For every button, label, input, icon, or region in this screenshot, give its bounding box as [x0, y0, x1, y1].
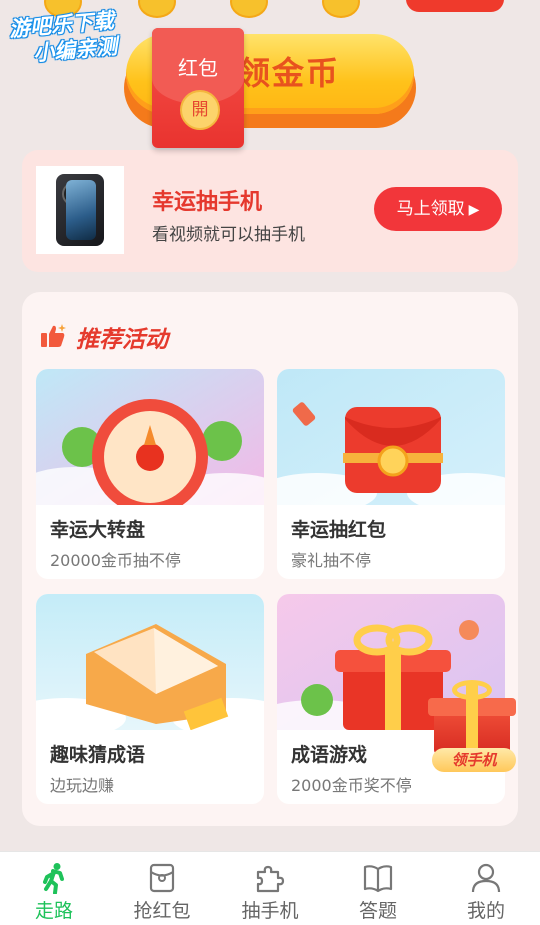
tab-label: 我的 [466, 900, 505, 922]
claim-now-label: 马上领取 [396, 199, 465, 219]
activity-card-idiom-guess[interactable]: 趣味猜成语 边玩边赚 [36, 594, 264, 804]
top-action-button[interactable] [406, 0, 504, 12]
tab-walk[interactable]: 走路 [0, 852, 108, 925]
red-packet-illustration [277, 369, 505, 505]
claim-phone-label: 领手机 [432, 748, 516, 772]
activity-name: 幸运大转盘 [50, 519, 146, 541]
activity-desc: 边玩边赚 [50, 776, 115, 795]
activity-card-red-packet[interactable]: 幸运抽红包 豪礼抽不停 [277, 369, 505, 579]
spin-wheel-illustration [36, 369, 264, 505]
gift-bow-icon [452, 680, 492, 700]
red-packet-label: 红包 [178, 56, 218, 80]
tab-label: 走路 [34, 900, 73, 922]
play-arrow-icon: ▶ [468, 202, 480, 218]
coin-icon [322, 0, 360, 18]
promo-subtitle: 看视频就可以抽手机 [152, 225, 305, 245]
phone-image [36, 166, 124, 254]
claim-now-button[interactable]: 马上领取 ▶ [374, 187, 502, 231]
activity-desc: 豪礼抽不停 [291, 551, 372, 570]
red-packet-button[interactable]: 红包 開 [152, 28, 244, 148]
tab-label: 抢红包 [133, 900, 191, 922]
activity-name: 幸运抽红包 [291, 519, 387, 541]
tab-red-packet[interactable]: 抢红包 [108, 852, 216, 925]
section-title: 推荐活动 [76, 327, 168, 353]
user-icon [471, 863, 501, 893]
tab-label: 抽手机 [241, 900, 299, 922]
thumbs-up-icon [41, 324, 66, 347]
open-book-illustration [36, 594, 264, 730]
tab-label: 答题 [358, 900, 397, 922]
lucky-phone-card[interactable]: 幸运抽手机 看视频就可以抽手机 马上领取 ▶ [22, 150, 518, 272]
activity-desc: 2000金币奖不停 [291, 776, 412, 795]
red-packet-seal: 開 [180, 90, 220, 130]
promo-title: 幸运抽手机 [152, 190, 263, 215]
activity-desc: 20000金币抽不停 [50, 551, 181, 570]
activity-name: 成语游戏 [291, 744, 368, 766]
coin-icon [230, 0, 268, 18]
claim-phone-floating-button[interactable]: 领手机 [428, 680, 520, 776]
tab-phone-draw[interactable]: 抽手机 [216, 852, 324, 925]
collect-coins-label: 领金币 [238, 54, 341, 92]
red-packet-icon [149, 863, 175, 893]
walking-person-icon [43, 863, 64, 894]
activity-card-wheel[interactable]: 幸运大转盘 20000金币抽不停 [36, 369, 264, 579]
tab-profile[interactable]: 我的 [432, 852, 540, 925]
tab-quiz[interactable]: 答题 [324, 852, 432, 925]
activity-name: 趣味猜成语 [50, 744, 146, 766]
bottom-tab-bar: 走路 抢红包 抽手机 答题 我的 [0, 851, 540, 925]
book-icon [363, 865, 393, 893]
puzzle-icon [256, 865, 285, 893]
